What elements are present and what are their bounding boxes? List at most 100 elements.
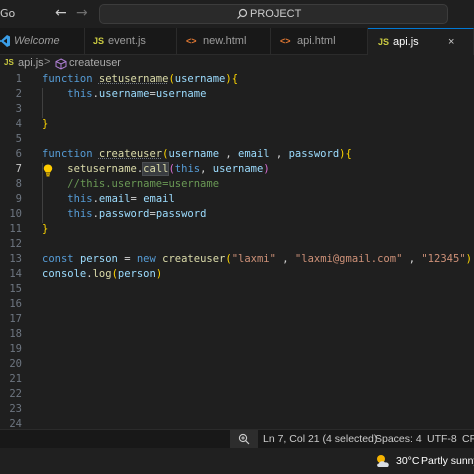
line-number: 2 bbox=[15, 88, 22, 100]
line-number: 8 bbox=[15, 178, 22, 190]
code-token: setusername bbox=[67, 163, 137, 175]
command-center-search[interactable]: PROJECT bbox=[99, 4, 448, 24]
line-number: 13 bbox=[9, 253, 22, 265]
code-line[interactable]: 17 bbox=[0, 313, 474, 328]
line-number: 3 bbox=[15, 103, 22, 115]
line-number: 15 bbox=[9, 283, 22, 295]
encoding[interactable]: UTF-8 bbox=[427, 433, 457, 445]
code-token: console bbox=[42, 268, 87, 280]
line-number: 10 bbox=[9, 208, 22, 220]
code-line[interactable]: 4 } bbox=[0, 118, 474, 133]
code-line[interactable]: 20 bbox=[0, 358, 474, 373]
code-line[interactable]: 22 bbox=[0, 388, 474, 403]
code-line[interactable]: 10 this.password=password bbox=[0, 208, 474, 223]
code-line-current[interactable]: 7 setusername.call(this, username) bbox=[0, 162, 474, 178]
line-number: 22 bbox=[9, 388, 22, 400]
title-bar: Go ← → PROJECT bbox=[0, 0, 474, 28]
breadcrumb: JS api.js > createuser bbox=[0, 55, 474, 73]
code-token: email bbox=[143, 193, 175, 205]
code-line[interactable]: 12 bbox=[0, 238, 474, 253]
code-line[interactable]: 21 bbox=[0, 373, 474, 388]
indentation[interactable]: Spaces: 4 bbox=[375, 433, 422, 445]
code-line[interactable]: 3 bbox=[0, 103, 474, 118]
line-number: 23 bbox=[9, 403, 22, 415]
breadcrumb-symbol[interactable]: createuser bbox=[69, 57, 121, 69]
line-number: 11 bbox=[9, 223, 22, 235]
code-token: this bbox=[67, 193, 93, 205]
code-line[interactable]: 11 } bbox=[0, 223, 474, 238]
tab-new-html[interactable]: <> new.html bbox=[177, 28, 271, 55]
code-token: function bbox=[42, 148, 93, 160]
code-string: "laxmi" bbox=[231, 253, 276, 265]
code-line[interactable]: 24 bbox=[0, 418, 474, 430]
tab-event-js[interactable]: JS event.js bbox=[85, 28, 177, 55]
tab-label: new.html bbox=[203, 35, 247, 47]
code-token: createuser bbox=[98, 148, 163, 160]
status-bar: Ln 7, Col 21 (4 selected) Spaces: 4 UTF-… bbox=[0, 429, 474, 448]
code-token: password bbox=[288, 148, 340, 160]
zoom-button[interactable] bbox=[230, 430, 258, 448]
end-of-line[interactable]: CF bbox=[462, 433, 474, 445]
code-line[interactable]: 18 bbox=[0, 328, 474, 343]
code-line[interactable]: 15 bbox=[0, 283, 474, 298]
code-string: "12345" bbox=[421, 253, 466, 265]
code-line[interactable]: 16 bbox=[0, 298, 474, 313]
code-token: password bbox=[155, 208, 207, 220]
code-token: this bbox=[174, 163, 201, 175]
close-icon[interactable]: × bbox=[448, 36, 454, 48]
line-number: 1 bbox=[15, 73, 22, 85]
code-line[interactable]: 2 this.username=username bbox=[0, 88, 474, 103]
code-line[interactable]: 9 this.email= email bbox=[0, 193, 474, 208]
breadcrumb-file[interactable]: api.js bbox=[18, 57, 44, 69]
code-token: email bbox=[238, 148, 270, 160]
code-token: setusername bbox=[98, 73, 169, 85]
taskbar: 30°C Partly sunny bbox=[0, 448, 474, 474]
line-number: 5 bbox=[15, 133, 22, 145]
code-line[interactable]: 23 bbox=[0, 403, 474, 418]
cube-method-icon bbox=[55, 58, 67, 70]
code-token: password bbox=[98, 208, 150, 220]
html-file-icon: <> bbox=[280, 36, 291, 46]
code-line[interactable]: 14 console.log(person) bbox=[0, 268, 474, 283]
code-comment: //this.username=username bbox=[67, 178, 220, 190]
vscode-logo-icon bbox=[0, 35, 10, 47]
code-line[interactable]: 13 const person = new createuser("laxmi"… bbox=[0, 253, 474, 268]
tab-api-html[interactable]: <> api.html bbox=[271, 28, 368, 55]
code-token: email bbox=[98, 193, 131, 205]
tab-label: Welcome bbox=[14, 35, 60, 47]
line-number: 4 bbox=[15, 118, 22, 130]
forward-arrow-icon[interactable]: → bbox=[76, 5, 88, 21]
partly-sunny-icon[interactable] bbox=[374, 453, 392, 469]
code-line[interactable]: 5 bbox=[0, 133, 474, 148]
cursor-position[interactable]: Ln 7, Col 21 (4 selected) bbox=[263, 433, 377, 445]
tab-welcome[interactable]: Welcome bbox=[0, 28, 85, 55]
line-number: 21 bbox=[9, 373, 22, 385]
code-editor[interactable]: 1 function setusername(username){ 2 this… bbox=[0, 73, 474, 430]
code-token: username bbox=[98, 88, 150, 100]
line-number: 20 bbox=[9, 358, 22, 370]
code-token: function bbox=[42, 73, 93, 85]
line-number: 17 bbox=[9, 313, 22, 325]
zoom-in-icon bbox=[238, 433, 250, 445]
tab-api-js[interactable]: JS api.js × bbox=[368, 28, 474, 55]
menu-go[interactable]: Go bbox=[0, 7, 15, 20]
code-line[interactable]: 1 function setusername(username){ bbox=[0, 73, 474, 88]
tab-label: api.html bbox=[297, 35, 336, 47]
code-token: this bbox=[67, 208, 93, 220]
js-file-icon: JS bbox=[378, 37, 390, 47]
tab-label: event.js bbox=[108, 35, 146, 47]
weather-temperature[interactable]: 30°C bbox=[396, 455, 419, 467]
js-file-icon: JS bbox=[93, 36, 105, 46]
code-line[interactable]: 6 function createuser(username , email ,… bbox=[0, 148, 474, 163]
line-number: 19 bbox=[9, 343, 22, 355]
js-file-icon: JS bbox=[4, 58, 14, 67]
code-token: username bbox=[212, 163, 264, 175]
selected-text: call bbox=[142, 162, 170, 176]
weather-description[interactable]: Partly sunny bbox=[421, 455, 474, 467]
back-arrow-icon[interactable]: ← bbox=[55, 5, 67, 21]
html-file-icon: <> bbox=[186, 36, 197, 46]
code-line[interactable]: 8 //this.username=username bbox=[0, 178, 474, 193]
code-line[interactable]: 19 bbox=[0, 343, 474, 358]
code-token: log bbox=[92, 268, 112, 280]
search-icon bbox=[237, 8, 248, 19]
